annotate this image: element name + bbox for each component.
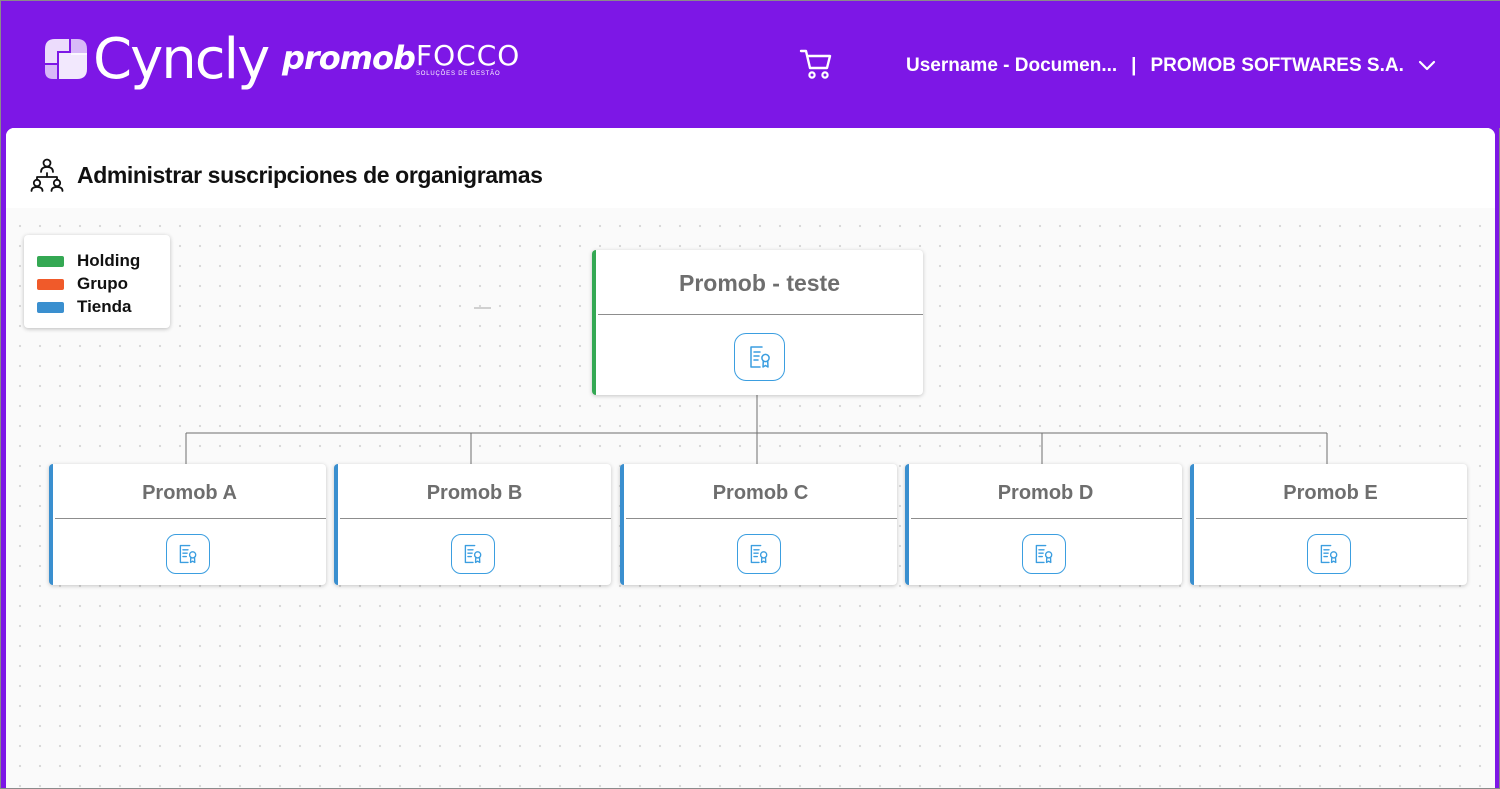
org-chart-users-icon [30,158,64,192]
certificate-icon [750,544,768,564]
main-content: Administrar suscripciones de organigrama… [6,128,1495,788]
org-node-name: Promob C [712,482,809,504]
certificate-icon [1035,544,1053,564]
subscription-certificate-button[interactable] [166,534,210,574]
org-node-divider [1196,518,1467,519]
account-menu[interactable]: Username - Documen... | PROMOB SOFTWARES… [906,55,1436,77]
certificate-icon [179,544,197,564]
org-node-divider [340,518,611,519]
company-label: PROMOB SOFTWARES S.A. [1150,55,1404,76]
org-node-divider [55,518,326,519]
chevron-down-icon[interactable] [1418,60,1436,72]
org-node-divider [911,518,1182,519]
legend-label: Holding [77,251,141,270]
focco-logo: FOCCO SOLUÇÕES DE GESTÃO [416,39,521,78]
org-node-child-b[interactable]: Promob B [334,464,611,585]
legend-swatch-grupo [37,278,64,290]
promob-logo: promob [282,39,416,77]
page-title: Administrar suscripciones de organigrama… [77,162,543,188]
certificate-icon [749,346,770,368]
org-node-name: Promob A [142,482,237,504]
legend-label: Grupo [77,274,128,293]
cyncly-logo-mark-icon [45,39,87,79]
focco-logo-text: FOCCO [416,39,521,72]
org-node-child-c[interactable]: Promob C [620,464,897,585]
org-node-name: Promob D [997,482,1094,504]
subscription-certificate-button[interactable] [1022,534,1066,574]
subscription-certificate-button[interactable] [1307,534,1351,574]
org-node-name: Promob E [1283,482,1378,504]
legend-item-holding: Holding [37,251,140,271]
org-connector-lines [185,395,1328,464]
legend-swatch-tienda [37,301,64,313]
org-node-name: Promob B [426,482,523,504]
cyncly-logo: Cyncly [93,27,270,92]
org-node-name: Promob - teste [678,270,841,296]
app-frame: Cyncly promob FOCCO SOLUÇÕES DE GESTÃO U… [0,0,1500,789]
subscription-certificate-button[interactable] [734,333,785,381]
org-node-child-d[interactable]: Promob D [905,464,1182,585]
org-node-child-e[interactable]: Promob E [1190,464,1467,585]
faint-dash [474,307,491,309]
page-header: Administrar suscripciones de organigrama… [6,128,1495,208]
org-node-root[interactable]: Promob - teste [592,250,923,395]
certificate-icon [1320,544,1338,564]
legend-item-tienda: Tienda [37,297,131,317]
username-label: Username - Documen... [906,55,1118,76]
account-separator: | [1131,55,1137,76]
legend-label: Tienda [77,297,132,316]
org-node-divider [626,518,897,519]
legend-item-grupo: Grupo [37,274,128,294]
top-header: Cyncly promob FOCCO SOLUÇÕES DE GESTÃO U… [1,1,1500,128]
org-node-divider [598,314,923,315]
subscription-certificate-button[interactable] [451,534,495,574]
subscription-certificate-button[interactable] [737,534,781,574]
cart-icon[interactable] [799,46,833,80]
legend: Holding Grupo Tienda [24,235,170,328]
legend-swatch-holding [37,255,64,267]
org-node-child-a[interactable]: Promob A [49,464,326,585]
certificate-icon [464,544,482,564]
